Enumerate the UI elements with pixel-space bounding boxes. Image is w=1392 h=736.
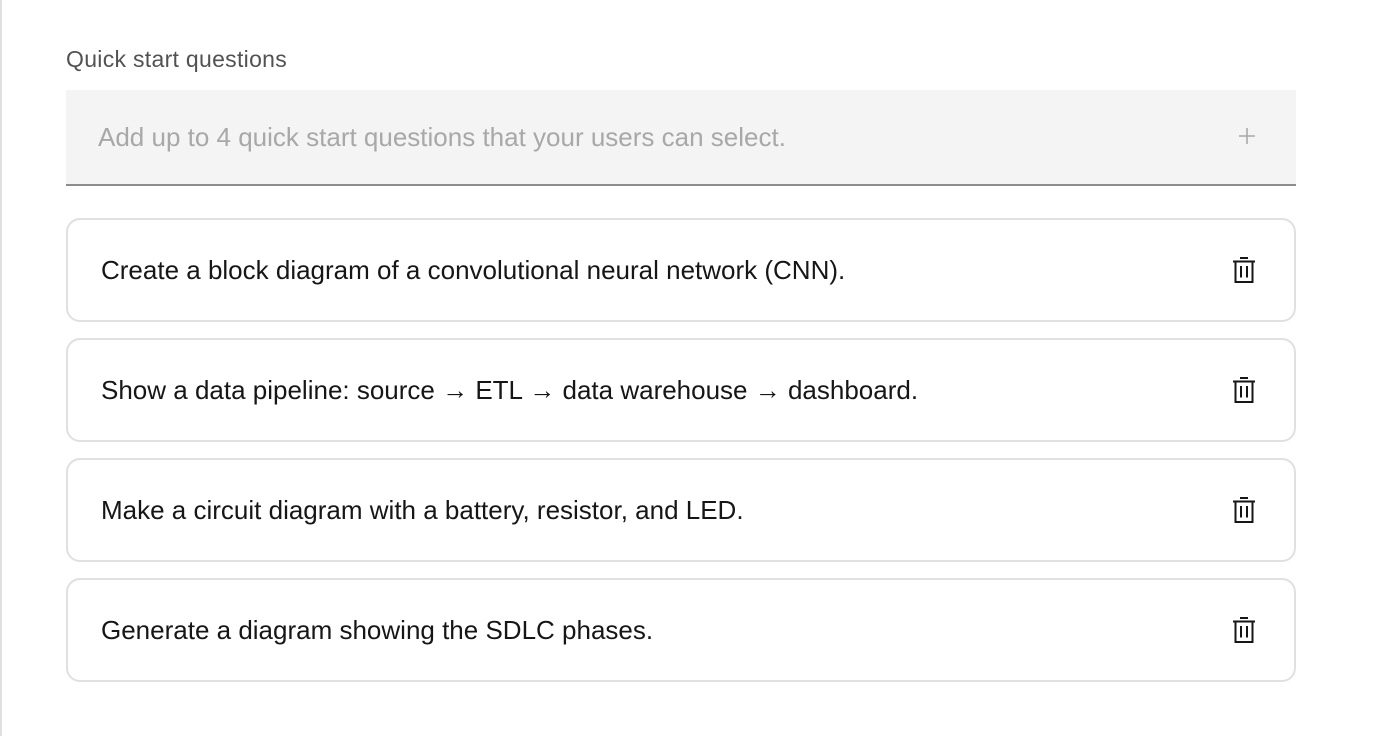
- trash-icon: [1233, 617, 1255, 643]
- question-item: Generate a diagram showing the SDLC phas…: [66, 578, 1296, 682]
- delete-question-button[interactable]: [1228, 494, 1260, 526]
- question-item: Create a block diagram of a convolutiona…: [66, 218, 1296, 322]
- quick-start-question-input[interactable]: [66, 90, 1216, 184]
- question-text: Create a block diagram of a convolutiona…: [101, 255, 846, 285]
- panel-left-border: [0, 0, 2, 736]
- question-text: Show a data pipeline: source → ETL → dat…: [101, 375, 919, 405]
- delete-question-button[interactable]: [1228, 254, 1260, 286]
- add-question-button[interactable]: [1234, 123, 1260, 149]
- trash-icon: [1233, 377, 1255, 403]
- delete-question-button[interactable]: [1228, 614, 1260, 646]
- question-item: Show a data pipeline: source → ETL → dat…: [66, 338, 1296, 442]
- quick-start-add-field: [66, 90, 1296, 186]
- question-item: Make a circuit diagram with a battery, r…: [66, 458, 1296, 562]
- quick-start-label: Quick start questions: [66, 46, 288, 72]
- trash-icon: [1233, 497, 1255, 523]
- trash-icon: [1233, 257, 1255, 283]
- delete-question-button[interactable]: [1228, 374, 1260, 406]
- plus-icon: [1239, 128, 1255, 144]
- quick-start-question-list: Create a block diagram of a convolutiona…: [66, 218, 1296, 698]
- question-text: Make a circuit diagram with a battery, r…: [101, 495, 744, 525]
- question-text: Generate a diagram showing the SDLC phas…: [101, 615, 654, 645]
